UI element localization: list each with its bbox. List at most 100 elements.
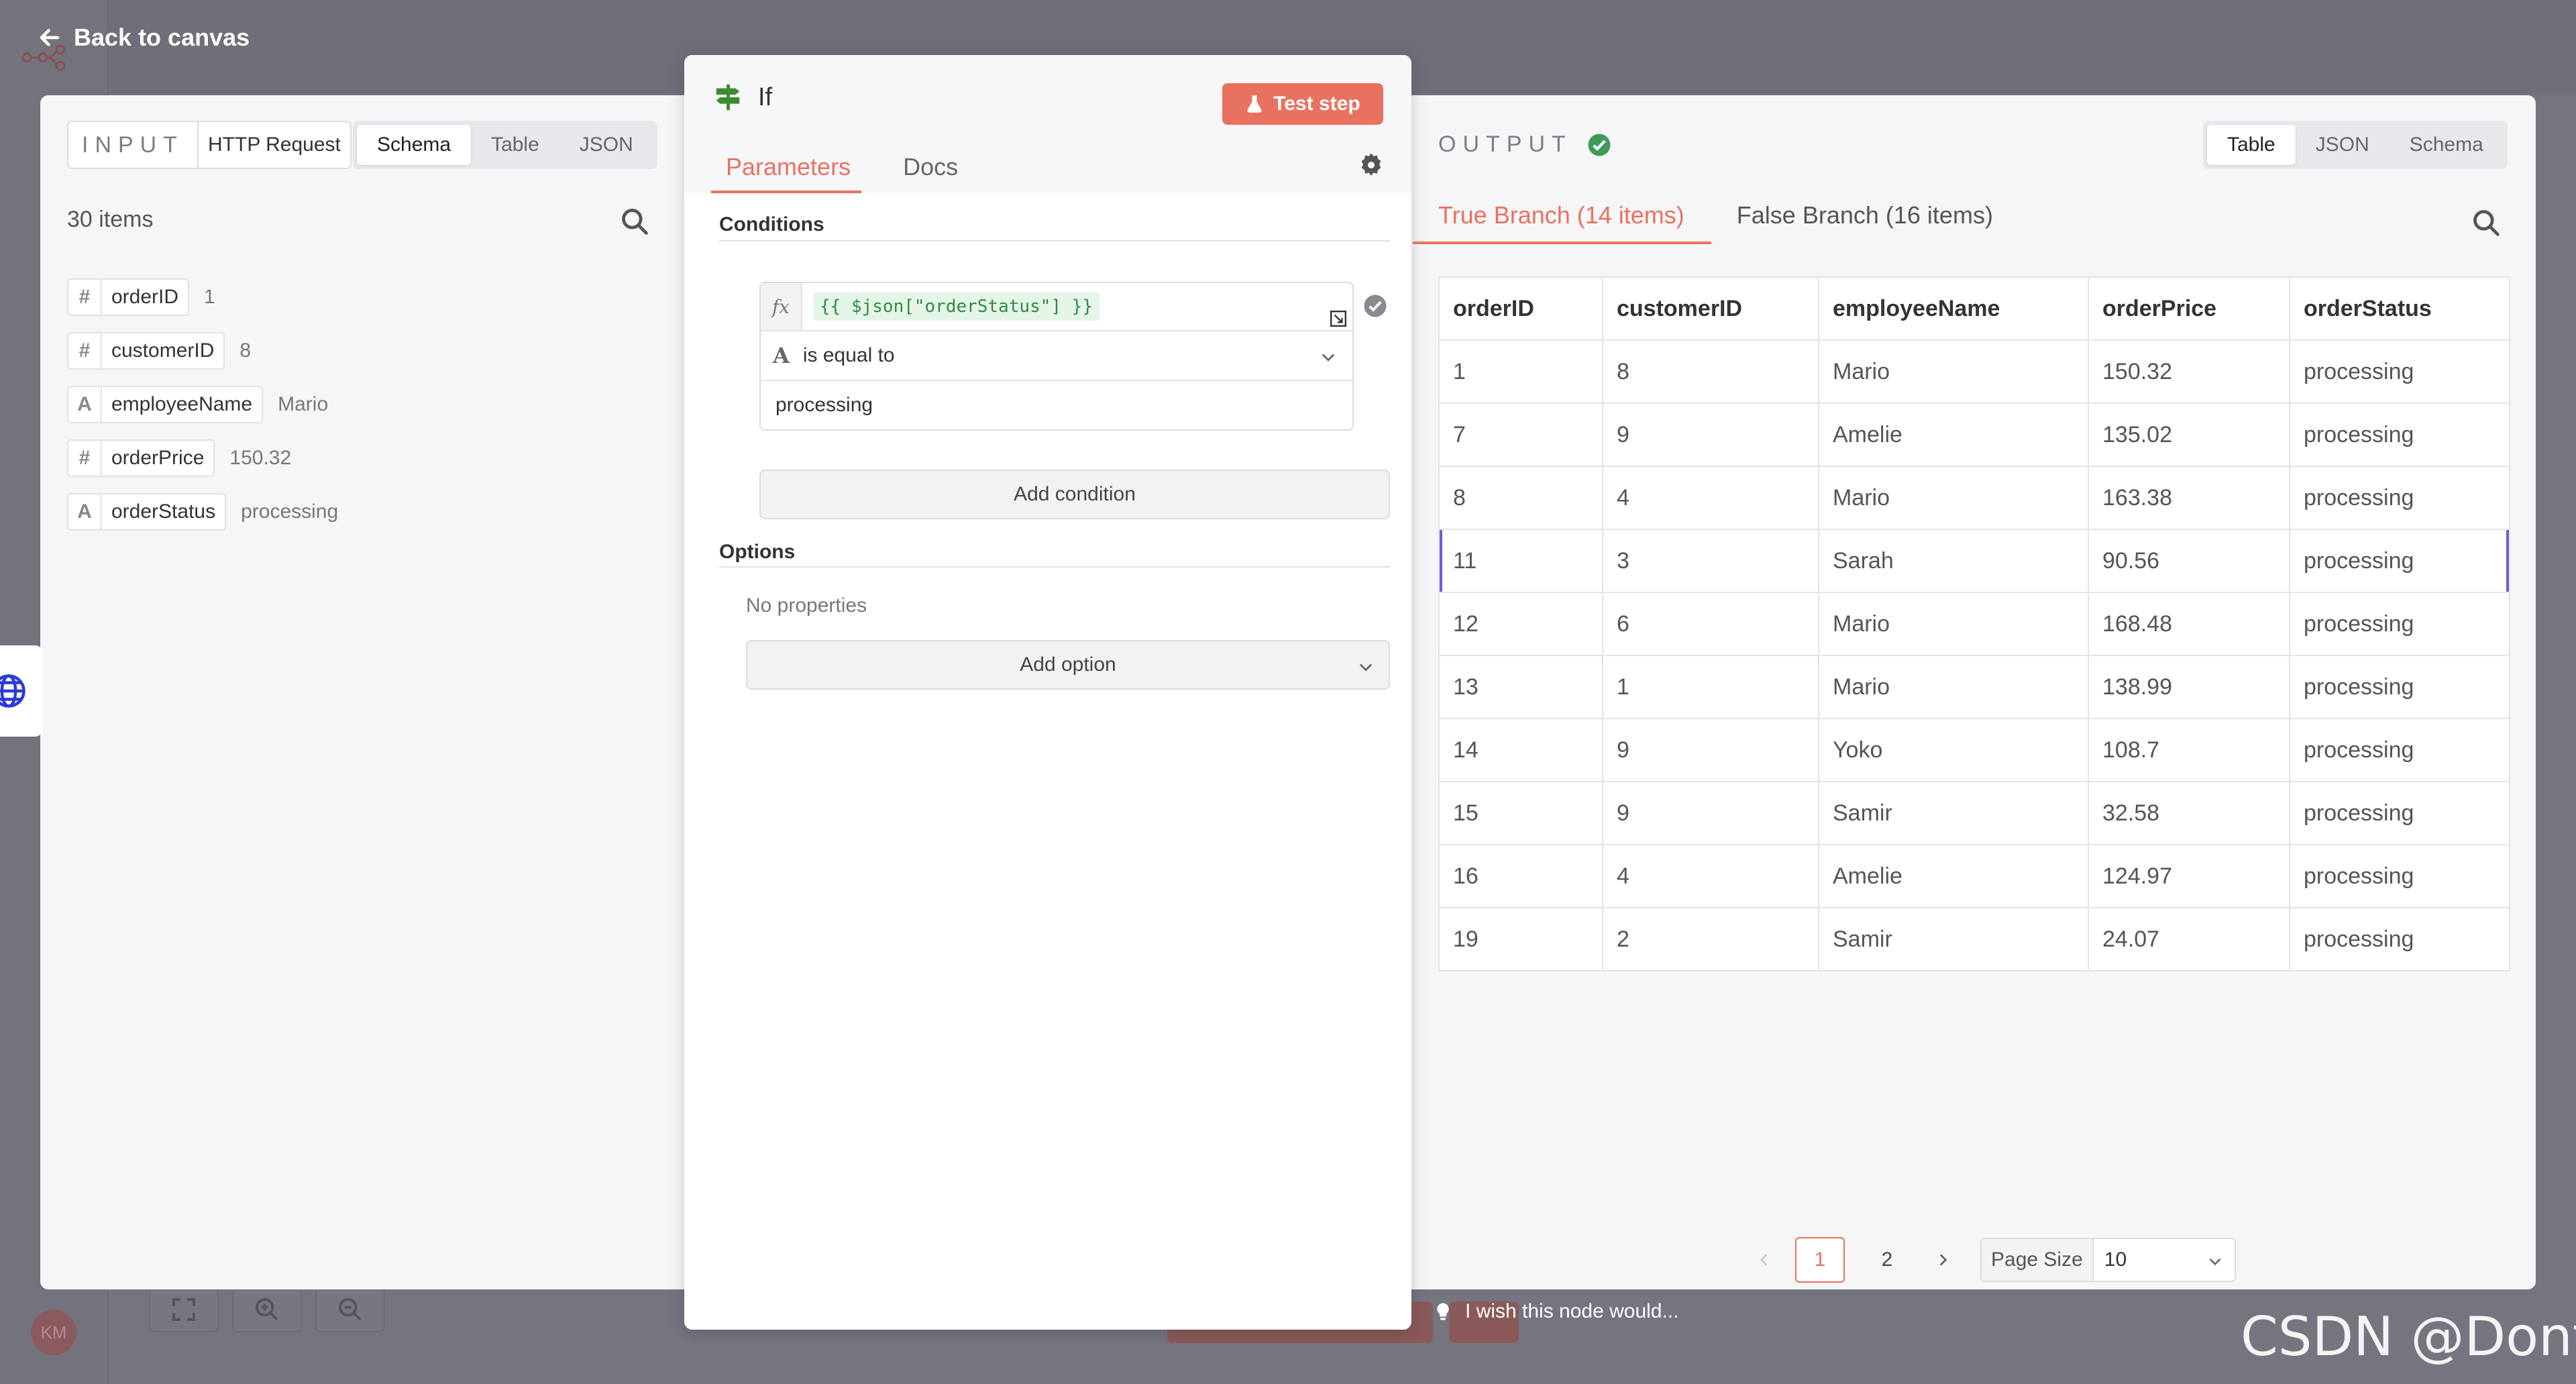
table-cell: 4 <box>1602 844 1819 908</box>
gear-icon[interactable] <box>1358 152 1385 178</box>
output-tab-json[interactable]: JSON <box>2296 125 2390 165</box>
chevron-left-icon <box>1760 1254 1768 1266</box>
input-view-switcher: Schema Table JSON <box>353 121 657 169</box>
search-icon[interactable] <box>620 207 649 236</box>
table-cell: processing <box>2289 781 2510 845</box>
input-items-count: 30 items <box>67 207 154 232</box>
fit-view-button[interactable] <box>149 1287 219 1332</box>
conditions-section-label: Conditions <box>719 213 824 235</box>
zoom-in-button[interactable] <box>232 1287 302 1332</box>
column-header[interactable]: customerID <box>1602 276 1819 341</box>
output-header: OUTPUT <box>1438 131 1611 158</box>
zoom-out-button[interactable] <box>315 1287 385 1332</box>
schema-field-chip[interactable]: # orderID <box>67 278 190 316</box>
input-node-selector[interactable]: HTTP Request <box>199 121 352 169</box>
output-table: orderID customerID employeeName orderPri… <box>1438 276 2510 971</box>
schema-field-orderid[interactable]: # orderID 1 <box>67 276 338 318</box>
table-row[interactable]: 12 6 Mario 168.48 processing <box>1438 592 2510 656</box>
user-avatar[interactable]: KM <box>31 1310 76 1355</box>
table-row[interactable]: 19 2 Samir 24.07 processing <box>1438 907 2510 971</box>
table-cell: 2 <box>1602 907 1819 971</box>
input-tab-table[interactable]: Table <box>471 125 559 165</box>
table-cell: processing <box>2289 529 2510 593</box>
table-cell: 9 <box>1602 718 1819 782</box>
test-step-label: Test step <box>1273 93 1360 115</box>
number-type-icon: # <box>68 280 102 315</box>
add-option-dropdown[interactable]: Add option <box>746 640 1390 690</box>
table-row[interactable]: 14 9 Yoko 108.7 processing <box>1438 718 2510 782</box>
table-row[interactable]: 1 8 Mario 150.32 processing <box>1438 339 2510 404</box>
page-size-select[interactable]: Page Size 10 <box>1980 1238 2236 1282</box>
condition-operator-label: is equal to <box>802 344 895 366</box>
table-cell: processing <box>2289 403 2510 467</box>
table-cell: 11 <box>1438 529 1603 593</box>
schema-field-orderstatus[interactable]: A orderStatus processing <box>67 491 338 533</box>
table-row[interactable]: 16 4 Amelie 124.97 processing <box>1438 844 2510 908</box>
tab-false-branch[interactable]: False Branch (16 items) <box>1711 188 2020 244</box>
parameters-panel: If Test step Parameters Docs Conditions … <box>684 55 1411 1330</box>
table-row-highlighted[interactable]: 11 3 Sarah 90.56 processing <box>1438 529 2510 593</box>
conditions-divider <box>719 240 1390 242</box>
schema-field-chip[interactable]: A orderStatus <box>67 493 227 531</box>
input-tab-schema[interactable]: Schema <box>357 125 472 165</box>
page-2-button[interactable]: 2 <box>1862 1237 1912 1283</box>
column-header[interactable]: orderPrice <box>2088 276 2290 341</box>
table-cell: 1 <box>1438 339 1603 404</box>
input-pane: INPUT HTTP Request Schema Table JSON 30 … <box>40 95 684 1289</box>
number-type-icon: # <box>68 333 102 368</box>
schema-field-customerid[interactable]: # customerID 8 <box>67 330 338 372</box>
table-cell: 108.7 <box>2088 718 2290 782</box>
output-branch-tabs: True Branch (14 items) False Branch (16 … <box>1413 188 2508 244</box>
schema-field-chip[interactable]: A employeeName <box>67 386 264 423</box>
node-title[interactable]: If <box>712 82 772 113</box>
page-1-button[interactable]: 1 <box>1795 1237 1845 1283</box>
table-cell: processing <box>2289 339 2510 404</box>
add-condition-button[interactable]: Add condition <box>759 470 1390 519</box>
page-size-value[interactable]: 10 <box>2094 1239 2235 1281</box>
search-icon[interactable] <box>2471 208 2501 237</box>
condition-right-value-input[interactable]: processing <box>761 381 1352 429</box>
output-tab-schema[interactable]: Schema <box>2390 125 2504 165</box>
schema-field-orderprice[interactable]: # orderPrice 150.32 <box>67 437 338 479</box>
tab-true-branch[interactable]: True Branch (14 items) <box>1413 188 1711 244</box>
schema-field-value: 8 <box>239 339 252 362</box>
column-header[interactable]: employeeName <box>1818 276 2089 341</box>
feedback-text: I wish this node would... <box>1465 1300 1679 1322</box>
table-cell: Mario <box>1818 466 2089 530</box>
column-header[interactable]: orderID <box>1438 276 1603 341</box>
table-row[interactable]: 8 4 Mario 163.38 processing <box>1438 466 2510 530</box>
chevron-down-icon <box>2209 1258 2221 1266</box>
table-cell: 6 <box>1602 592 1819 656</box>
output-tab-table[interactable]: Table <box>2207 125 2296 165</box>
page-size-label: Page Size <box>1982 1239 2094 1281</box>
back-to-canvas-link[interactable]: Back to canvas <box>38 19 250 56</box>
condition-operator-select[interactable]: A is equal to <box>761 331 1352 381</box>
column-header[interactable]: orderStatus <box>2289 276 2510 341</box>
chevron-down-icon <box>1359 663 1373 672</box>
watermark: CSDN @Dontla <box>2241 1306 2576 1368</box>
table-cell: 4 <box>1602 466 1819 530</box>
table-cell: processing <box>2289 718 2510 782</box>
tab-parameters[interactable]: Parameters <box>711 149 862 193</box>
expand-editor-icon[interactable] <box>1330 310 1347 327</box>
next-page-button[interactable] <box>1929 1246 1956 1273</box>
test-step-button[interactable]: Test step <box>1222 83 1383 125</box>
input-header: INPUT HTTP Request <box>67 121 352 169</box>
input-tab-json[interactable]: JSON <box>559 125 653 165</box>
table-row[interactable]: 15 9 Samir 32.58 processing <box>1438 781 2510 845</box>
condition-left-value[interactable]: fx {{ $json["orderStatus"] }} <box>761 283 1352 331</box>
http-node-globe-button[interactable] <box>0 645 43 737</box>
tab-docs[interactable]: Docs <box>888 149 969 193</box>
prev-page-button[interactable] <box>1751 1246 1778 1273</box>
add-option-label: Add option <box>1020 653 1116 676</box>
schema-field-chip[interactable]: # customerID <box>67 332 225 370</box>
table-row[interactable]: 13 1 Mario 138.99 processing <box>1438 655 2510 719</box>
table-row[interactable]: 7 9 Amelie 135.02 processing <box>1438 403 2510 467</box>
table-cell: 7 <box>1438 403 1603 467</box>
table-cell: 15 <box>1438 781 1603 845</box>
feedback-link[interactable]: I wish this node would... <box>1433 1300 1679 1323</box>
schema-field-chip[interactable]: # orderPrice <box>67 439 215 477</box>
schema-field-employeename[interactable]: A employeeName Mario <box>67 384 338 425</box>
condition-expression[interactable]: {{ $json["orderStatus"] }} <box>813 292 1099 321</box>
no-properties-text: No properties <box>746 594 867 617</box>
